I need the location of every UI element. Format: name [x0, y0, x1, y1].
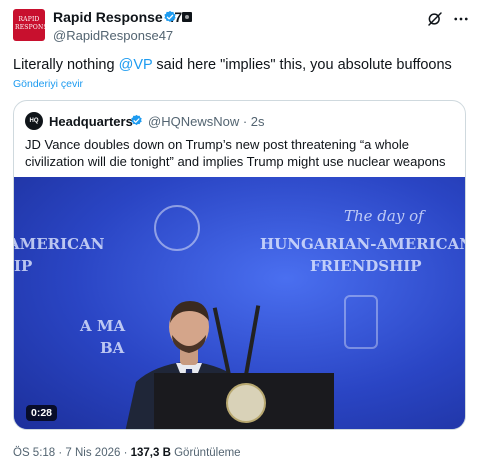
- mention-link[interactable]: @VP: [119, 57, 153, 73]
- author-avatar[interactable]: RAPID RESPONSE: [13, 9, 45, 41]
- backdrop-left-text1: AMERICAN: [14, 235, 105, 253]
- video-player[interactable]: The day of HUNGARIAN-AMERICAN FRIENDSHIP…: [14, 177, 466, 429]
- backdrop-coat-of-arms: [344, 295, 378, 349]
- avatar-text-line1: RAPID: [18, 16, 40, 23]
- more-icon[interactable]: [452, 10, 470, 28]
- view-count: 137,3 B: [130, 447, 171, 459]
- quoted-author-handle[interactable]: @HQNewsNow · 2s: [148, 114, 265, 129]
- backdrop-text-line1: The day of: [344, 207, 424, 225]
- quoted-post-text: JD Vance doubles down on Trump’s new pos…: [25, 137, 446, 169]
- grok-icon[interactable]: [426, 10, 444, 28]
- quoted-author-avatar[interactable]: HQ: [25, 112, 43, 130]
- backdrop-left-text2: IP: [14, 257, 33, 275]
- backdrop-seal: [154, 205, 200, 251]
- post-timestamp[interactable]: ÖS 5:18 · 7 Nis 2026 ·: [13, 447, 131, 459]
- post-metadata: ÖS 5:18 · 7 Nis 2026 · 137,3 B Görüntüle…: [13, 447, 241, 459]
- avatar-text-line2: RESPONSE: [15, 24, 45, 31]
- verified-badge-icon: [164, 10, 176, 22]
- tweet-text: Literally nothing @VP said here "implies…: [13, 57, 452, 73]
- view-count-label: Görüntüleme: [170, 447, 241, 459]
- podium-seal: [226, 383, 266, 423]
- tweet-text-before: Literally nothing: [13, 57, 119, 73]
- author-handle[interactable]: @RapidResponse47: [53, 28, 173, 43]
- quoted-post-card[interactable]: HQ Headquarters @HQNewsNow · 2s JD Vance…: [13, 100, 466, 430]
- affiliate-badge-icon: [182, 12, 192, 22]
- translate-post-link[interactable]: Gönderiyi çevir: [13, 78, 83, 90]
- quoted-author-name[interactable]: Headquarters: [49, 114, 133, 129]
- verified-badge-icon: [131, 114, 142, 126]
- tweet-text-after: said here "implies" this, you absolute b…: [152, 57, 452, 73]
- backdrop-text-line2: HUNGARIAN-AMERICAN: [260, 235, 466, 253]
- backdrop-text-line3: FRIENDSHIP: [310, 257, 422, 275]
- video-duration: 0:28: [26, 405, 58, 421]
